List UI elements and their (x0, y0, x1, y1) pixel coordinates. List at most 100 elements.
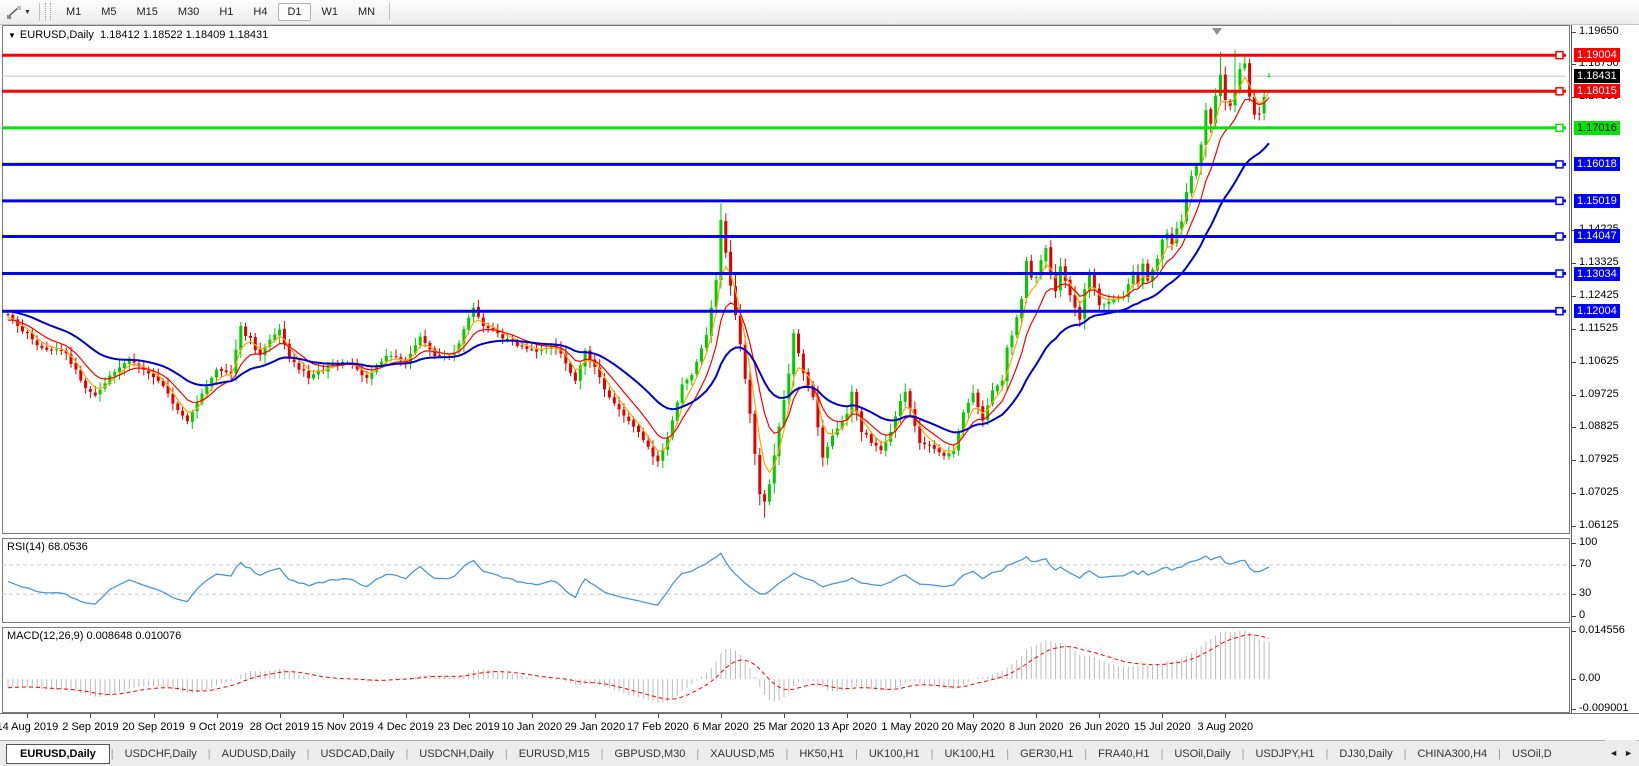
price-axis-tick-mark (1572, 526, 1576, 527)
tab-scroll-right-icon[interactable]: ► (1624, 748, 1633, 758)
timeframe-button-d1[interactable]: D1 (278, 3, 310, 21)
date-axis-tick-mark (1225, 714, 1226, 718)
level-price-badge: 1.12004 (1574, 304, 1620, 318)
date-axis-label: 29 Jan 2020 (559, 721, 631, 733)
date-axis-tick-mark (90, 714, 91, 718)
symbol-tab-bar: EURUSD,Daily|USDCHF,Daily|AUDUSD,Daily|U… (0, 740, 1639, 766)
price-axis-tick-label: 1.19650 (1579, 25, 1619, 37)
collapse-triangle-icon[interactable]: ▼ (8, 31, 16, 40)
price-chart-canvas[interactable] (0, 25, 1571, 535)
date-axis-label: 13 Apr 2020 (811, 721, 883, 733)
rsi-axis-tick-label: 100 (1579, 536, 1597, 548)
symbol-tab-usdcnh-daily[interactable]: USDCNH,Daily (409, 745, 504, 763)
timeframe-button-m30[interactable]: M30 (169, 3, 208, 21)
date-axis-tick-mark (406, 714, 407, 718)
rsi-indicator-label: RSI(14) 68.0536 (7, 541, 88, 553)
macd-axis-tick-label: 0.00 (1579, 672, 1600, 684)
rsi-axis-tick-mark (1572, 543, 1576, 544)
timeframe-button-group: M1M5M15M30H1H4D1W1MN (56, 3, 385, 21)
price-axis-tick-label: 1.07025 (1579, 486, 1619, 498)
timeframe-button-m1[interactable]: M1 (57, 3, 90, 21)
date-axis-tick-mark (595, 714, 596, 718)
date-axis-tick-mark (1099, 714, 1100, 718)
symbol-tab-gbpusd-m30[interactable]: GBPUSD,M30 (604, 745, 695, 763)
timeframe-button-h1[interactable]: H1 (210, 3, 242, 21)
date-axis-label: 10 Jan 2020 (496, 721, 568, 733)
symbol-tab-eurusd-m15[interactable]: EURUSD,M15 (509, 745, 600, 763)
date-axis-tick-mark (784, 714, 785, 718)
timeframe-button-h4[interactable]: H4 (244, 3, 276, 21)
date-axis-label: 9 Oct 2019 (181, 721, 253, 733)
symbol-tab-dj30-daily[interactable]: DJ30,Daily (1329, 745, 1402, 763)
tab-scroll-controls: ◄ ► (1605, 740, 1637, 766)
date-axis-tick-mark (343, 714, 344, 718)
rsi-axis-tick-mark (1572, 616, 1576, 617)
level-price-badge: 1.16018 (1574, 157, 1620, 171)
chevron-down-icon[interactable]: ▼ (24, 9, 31, 16)
symbol-tab-usdchf-daily[interactable]: USDCHF,Daily (115, 745, 207, 763)
date-axis-tick-mark (1162, 714, 1163, 718)
price-axis-tick-label: 1.09725 (1579, 388, 1619, 400)
symbol-tab-usdcad-daily[interactable]: USDCAD,Daily (310, 745, 404, 763)
symbol-tab-usoil-d[interactable]: USOil,D (1502, 745, 1562, 763)
date-axis-tick-mark (658, 714, 659, 718)
date-axis-label: 2 Sep 2019 (54, 721, 126, 733)
timeframe-button-mn[interactable]: MN (349, 3, 384, 21)
symbol-tab-usdjpy-h1[interactable]: USDJPY,H1 (1245, 745, 1324, 763)
date-axis-tick-mark (721, 714, 722, 718)
macd-indicator-canvas[interactable] (0, 627, 1571, 713)
rsi-axis-tick-label: 30 (1579, 587, 1591, 599)
price-axis-tick-mark (1572, 32, 1576, 33)
symbol-tab-uk100-h1[interactable]: UK100,H1 (934, 745, 1005, 763)
macd-axis-tick-mark (1572, 709, 1576, 710)
toolbar-grip-handle[interactable] (45, 3, 51, 21)
symbol-tab-audusd-daily[interactable]: AUDUSD,Daily (212, 745, 306, 763)
date-axis-label: 28 Oct 2019 (244, 721, 316, 733)
symbol-tab-china300-h4[interactable]: CHINA300,H4 (1407, 745, 1497, 763)
rsi-axis-tick-mark (1572, 594, 1576, 595)
date-axis-tick-mark (1036, 714, 1037, 718)
rsi-indicator-canvas[interactable] (0, 538, 1571, 623)
date-axis-label: 15 Nov 2019 (307, 721, 379, 733)
symbol-tab-fra40-h1[interactable]: FRA40,H1 (1088, 745, 1159, 763)
symbol-tab-hk50-h1[interactable]: HK50,H1 (789, 745, 854, 763)
timeframe-button-m5[interactable]: M5 (92, 3, 125, 21)
date-axis-label: 8 Jun 2020 (1000, 721, 1072, 733)
price-axis-tick-mark (1572, 395, 1576, 396)
symbol-tab-eurusd-daily[interactable]: EURUSD,Daily (6, 744, 110, 764)
rsi-axis-tick-label: 70 (1579, 558, 1591, 570)
date-axis-label: 6 Mar 2020 (685, 721, 757, 733)
date-axis-tick-mark (910, 714, 911, 718)
level-price-badge: 1.15019 (1574, 194, 1620, 208)
date-axis-label: 3 Aug 2020 (1189, 721, 1261, 733)
price-axis-tick-label: 1.12425 (1579, 289, 1619, 301)
timeframe-button-m15[interactable]: M15 (128, 3, 167, 21)
price-axis-tick-label: 1.08825 (1579, 420, 1619, 432)
price-axis-tick-mark (1572, 493, 1576, 494)
date-axis-tick-mark (847, 714, 848, 718)
price-axis-tick-label: 1.07925 (1579, 453, 1619, 465)
price-axis-tick-mark (1572, 362, 1576, 363)
level-price-badge: 1.17016 (1574, 121, 1620, 135)
price-axis-tick-label: 1.11525 (1579, 322, 1618, 334)
date-axis-label: 15 Jul 2020 (1126, 721, 1198, 733)
drawing-tool-button[interactable]: ▼ (2, 3, 35, 21)
symbol-tab-uk100-h1[interactable]: UK100,H1 (859, 745, 930, 763)
timeframe-button-w1[interactable]: W1 (313, 3, 348, 21)
trading-platform-window: ▼ M1M5M15M30H1H4D1W1MN ▼ EURUSD,Daily 1.1… (0, 0, 1639, 766)
tab-scroll-left-icon[interactable]: ◄ (1609, 748, 1618, 758)
macd-axis-tick-mark (1572, 631, 1576, 632)
symbol-tab-usoil-daily[interactable]: USOil,Daily (1164, 745, 1240, 763)
price-axis-tick-mark (1572, 64, 1576, 65)
date-axis-tick-mark (532, 714, 533, 718)
symbol-tab-ger30-h1[interactable]: GER30,H1 (1010, 745, 1083, 763)
symbol-tab-xauusd-m5[interactable]: XAUUSD,M5 (700, 745, 784, 763)
timeframe-toolbar: ▼ M1M5M15M30H1H4D1W1MN (0, 0, 1639, 25)
chart-symbol-label: EURUSD,Daily (20, 29, 94, 41)
date-axis-tick-mark (973, 714, 974, 718)
price-axis-tick-mark (1572, 427, 1576, 428)
date-axis-tick-mark (27, 714, 28, 718)
chart-ohlc-values: 1.18412 1.18522 1.18409 1.18431 (100, 29, 268, 41)
date-axis-label: 20 May 2020 (937, 721, 1009, 733)
toolbar-separator (389, 3, 390, 21)
